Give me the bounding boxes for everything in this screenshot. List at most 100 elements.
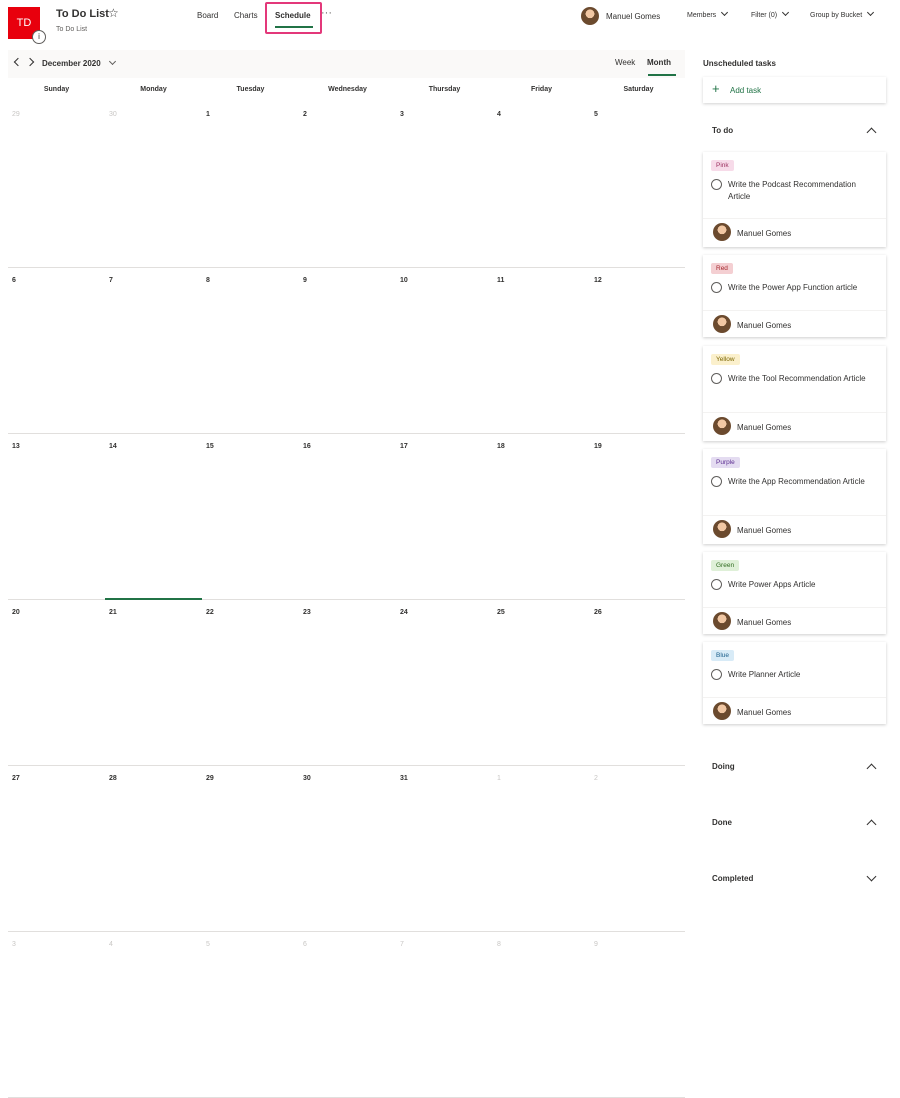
tab-board[interactable]: Board	[197, 11, 218, 20]
day-cell[interactable]: 6	[299, 932, 396, 1098]
day-cell[interactable]: 8	[202, 268, 299, 434]
members-dropdown[interactable]: Members	[687, 8, 729, 19]
task-card[interactable]: Yellow Write the Tool Recommendation Arti…	[703, 346, 886, 441]
assignee-avatar[interactable]	[713, 702, 731, 720]
day-cell[interactable]: 24	[396, 600, 493, 766]
day-cell[interactable]: 25	[493, 600, 590, 766]
task-card[interactable]: Green Write Power Apps Article Manuel Gome…	[703, 552, 886, 634]
day-cell[interactable]: 28	[105, 766, 202, 932]
more-options-icon[interactable]: ···	[321, 7, 332, 19]
complete-task-checkbox[interactable]	[711, 579, 722, 590]
day-header-saturday: Saturday	[623, 86, 654, 93]
day-number: 9	[303, 277, 307, 284]
view-week-button[interactable]: Week	[615, 58, 635, 67]
chevron-up-icon[interactable]	[866, 127, 877, 138]
task-title[interactable]: Write the Power App Function article	[728, 282, 878, 294]
day-number: 29	[206, 775, 214, 782]
day-cell[interactable]: 2	[299, 102, 396, 268]
day-cell[interactable]: 20	[8, 600, 105, 766]
card-divider	[703, 412, 886, 413]
assignee-avatar[interactable]	[713, 612, 731, 630]
user-avatar[interactable]	[581, 7, 599, 25]
day-cell[interactable]: 4	[493, 102, 590, 268]
day-cell[interactable]: 6	[8, 268, 105, 434]
day-cell[interactable]: 21	[105, 598, 202, 766]
day-cell[interactable]: 30	[299, 766, 396, 932]
chevron-down-icon[interactable]	[866, 871, 877, 882]
assignee-avatar[interactable]	[713, 223, 731, 241]
filter-dropdown[interactable]: Filter (0)	[751, 8, 790, 19]
complete-task-checkbox[interactable]	[711, 282, 722, 293]
task-title[interactable]: Write the Podcast Recommendation Article	[728, 179, 878, 203]
task-card[interactable]: Purple Write the App Recommendation Artic…	[703, 449, 886, 544]
task-card[interactable]: Blue Write Planner Article Manuel Gomes	[703, 642, 886, 724]
task-label-badge: Purple	[711, 457, 740, 468]
chevron-down-icon	[782, 8, 790, 17]
day-cell[interactable]: 16	[299, 434, 396, 600]
day-cell[interactable]: 12	[590, 268, 687, 434]
day-cell[interactable]: 2	[590, 766, 687, 932]
day-cell[interactable]: 27	[8, 766, 105, 932]
task-title[interactable]: Write Power Apps Article	[728, 579, 878, 591]
assignee-avatar[interactable]	[713, 417, 731, 435]
task-title[interactable]: Write the Tool Recommendation Article	[728, 373, 878, 385]
day-cell[interactable]: 3	[8, 932, 105, 1098]
plan-title[interactable]: To Do List	[56, 8, 109, 20]
plan-subtitle[interactable]: To Do List	[56, 26, 87, 33]
task-title[interactable]: Write the App Recommendation Article	[728, 476, 878, 488]
bucket-done[interactable]: Done	[712, 818, 732, 827]
complete-task-checkbox[interactable]	[711, 669, 722, 680]
assignee-avatar[interactable]	[713, 315, 731, 333]
day-cell[interactable]: 5	[590, 102, 687, 268]
day-cell[interactable]: 4	[105, 932, 202, 1098]
day-cell[interactable]: 5	[202, 932, 299, 1098]
day-cell[interactable]: 23	[299, 600, 396, 766]
day-cell[interactable]: 31	[396, 766, 493, 932]
add-task-button[interactable]: + Add task	[703, 77, 886, 103]
previous-month-icon[interactable]	[13, 57, 23, 67]
chevron-up-icon[interactable]	[866, 763, 877, 774]
favorite-star-icon[interactable]: ☆	[108, 6, 119, 20]
task-title[interactable]: Write Planner Article	[728, 669, 878, 681]
day-cell[interactable]: 7	[105, 268, 202, 434]
day-cell[interactable]: 18	[493, 434, 590, 600]
day-cell[interactable]: 9	[590, 932, 687, 1098]
day-cell[interactable]: 8	[493, 932, 590, 1098]
info-icon[interactable]: i	[32, 30, 46, 44]
task-card[interactable]: Red Write the Power App Function article M…	[703, 255, 886, 337]
complete-task-checkbox[interactable]	[711, 373, 722, 384]
day-cell[interactable]: 1	[493, 766, 590, 932]
day-cell[interactable]: 7	[396, 932, 493, 1098]
day-cell[interactable]: 11	[493, 268, 590, 434]
assignee-avatar[interactable]	[713, 520, 731, 538]
day-cell[interactable]: 19	[590, 434, 687, 600]
day-cell[interactable]: 15	[202, 434, 299, 600]
day-cell[interactable]: 17	[396, 434, 493, 600]
day-cell[interactable]: 13	[8, 434, 105, 600]
day-cell[interactable]: 14	[105, 434, 202, 600]
complete-task-checkbox[interactable]	[711, 179, 722, 190]
view-month-button[interactable]: Month	[647, 58, 671, 67]
day-cell[interactable]: 29	[8, 102, 105, 268]
day-cell[interactable]: 9	[299, 268, 396, 434]
task-card[interactable]: Pink Write the Podcast Recommendation Art…	[703, 152, 886, 247]
day-cell[interactable]: 29	[202, 766, 299, 932]
day-cell[interactable]: 30	[105, 102, 202, 268]
month-picker-label[interactable]: December 2020	[42, 59, 101, 68]
chevron-down-icon[interactable]	[108, 57, 117, 66]
day-cell[interactable]: 10	[396, 268, 493, 434]
complete-task-checkbox[interactable]	[711, 476, 722, 487]
day-cell[interactable]: 22	[202, 600, 299, 766]
bucket-doing[interactable]: Doing	[712, 762, 735, 771]
bucket-to-do[interactable]: To do	[712, 126, 733, 135]
next-month-icon[interactable]	[25, 57, 35, 67]
day-cell[interactable]: 3	[396, 102, 493, 268]
day-cell[interactable]: 26	[590, 600, 687, 766]
day-cell[interactable]: 1	[202, 102, 299, 268]
tab-charts[interactable]: Charts	[234, 11, 258, 20]
chevron-up-icon[interactable]	[866, 819, 877, 830]
top-user-name[interactable]: Manuel Gomes	[606, 12, 660, 21]
day-number: 31	[400, 775, 408, 782]
group-by-dropdown[interactable]: Group by Bucket	[810, 8, 875, 19]
bucket-completed[interactable]: Completed	[712, 874, 753, 883]
